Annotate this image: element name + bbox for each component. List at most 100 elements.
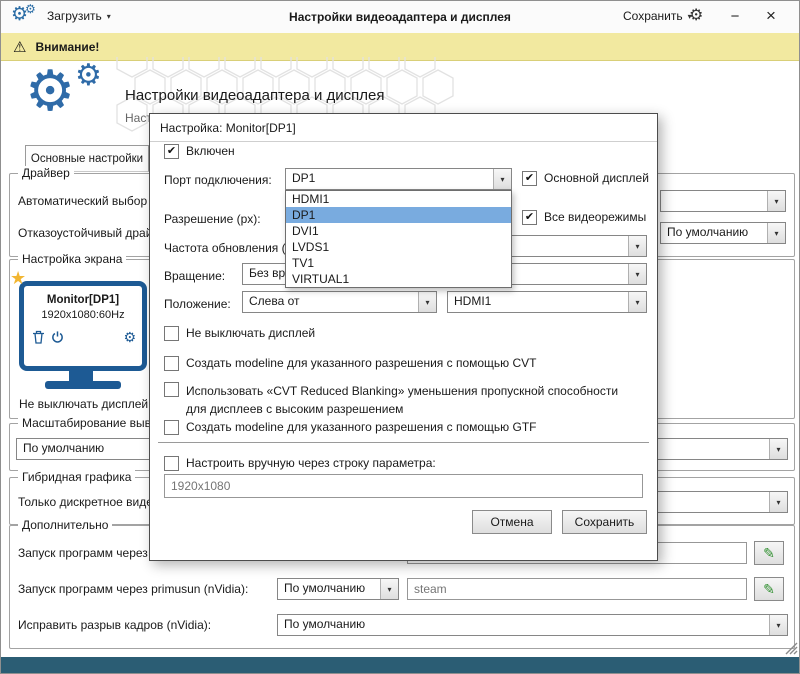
dialog-title: Настройка: Monitor[DP1] <box>150 114 657 142</box>
port-label: Порт подключения: <box>164 173 272 187</box>
app-window: ⚙ ⚙ Загрузить ▾ Настройки видеоадаптера … <box>0 0 800 674</box>
warning-icon: ⚠ <box>13 38 26 56</box>
chevron-down-icon: ▾ <box>628 292 646 312</box>
pencil-icon: ✎ <box>763 581 775 598</box>
gtf-label: Создать modeline для указанного разрешен… <box>186 420 537 435</box>
fallback-driver-value: По умолчанию <box>661 223 767 243</box>
keep-on-checkbox[interactable]: Не выключать дисплей <box>164 326 315 341</box>
cancel-button[interactable]: Отмена <box>472 510 552 534</box>
checkbox-box: ✔ <box>522 210 537 225</box>
cvt-label: Создать modeline для указанного разрешен… <box>186 356 537 371</box>
checkbox-box <box>164 456 179 471</box>
checkbox-box <box>164 356 179 371</box>
primus-input[interactable] <box>407 578 747 600</box>
monitor-name: Monitor[DP1] <box>24 294 142 306</box>
all-modes-label: Все видеорежимы <box>544 210 646 225</box>
tearing-combo[interactable]: По умолчанию ▾ <box>277 614 788 636</box>
fallback-driver-combo[interactable]: По умолчанию ▾ <box>660 222 786 244</box>
manual-checkbox[interactable]: Настроить вручную через строку параметра… <box>164 456 436 471</box>
optirun-edit-button[interactable]: ✎ <box>754 541 784 565</box>
primus-mode-value: По умолчанию <box>278 579 380 599</box>
position-combo[interactable]: Слева от ▾ <box>242 291 437 313</box>
port-combo[interactable]: DP1 ▾ <box>285 168 512 190</box>
chevron-down-icon: ▾ <box>628 264 646 284</box>
chevron-down-icon: ▾ <box>493 169 511 189</box>
keep-on-label: Не выключать дисплей <box>186 326 315 341</box>
all-modes-checkbox[interactable]: ✔ Все видеорежимы <box>522 210 646 225</box>
port-option[interactable]: HDMI1 <box>286 191 511 207</box>
discrete-video-label: Только дискретное видео <box>18 495 160 509</box>
cvt-checkbox[interactable]: Создать modeline для указанного разрешен… <box>164 356 537 371</box>
port-option[interactable]: VIRTUAL1 <box>286 271 511 287</box>
chevron-down-icon: ▾ <box>628 236 646 256</box>
checkbox-box <box>164 420 179 435</box>
port-option[interactable]: LVDS1 <box>286 239 511 255</box>
warning-text: Внимание! <box>35 40 99 54</box>
primary-star-icon: ★ <box>10 269 26 287</box>
chevron-down-icon: ▾ <box>767 223 785 243</box>
auto-driver-value <box>661 191 767 211</box>
position-target-combo[interactable]: HDMI1 ▾ <box>447 291 647 313</box>
primary-display-checkbox[interactable]: ✔ Основной дисплей <box>522 171 649 186</box>
delete-monitor-icon[interactable] <box>32 330 45 344</box>
hybrid-group-legend: Гибридная графика <box>18 470 135 484</box>
port-option[interactable]: DVI1 <box>286 223 511 239</box>
resize-grip[interactable] <box>781 641 798 655</box>
check-icon: ✔ <box>167 146 176 157</box>
rotation-label: Вращение: <box>164 269 225 283</box>
auto-driver-combo[interactable]: ▾ <box>660 190 786 212</box>
port-option-selected[interactable]: DP1 <box>286 207 511 223</box>
manual-label: Настроить вручную через строку параметра… <box>186 456 436 471</box>
port-dropdown-list: HDMI1 DP1 DVI1 LVDS1 TV1 VIRTUAL1 <box>285 190 512 288</box>
cvt-rb-checkbox[interactable]: Использовать «CVT Reduced Blanking» умен… <box>164 382 634 418</box>
position-target-value: HDMI1 <box>448 292 628 312</box>
logo-small-gear-icon: ⚙ <box>75 61 102 91</box>
gtf-checkbox[interactable]: Создать modeline для указанного разрешен… <box>164 420 537 435</box>
power-monitor-icon[interactable] <box>51 330 64 344</box>
monitor-settings-dialog: Настройка: Monitor[DP1] ✔ Включен Порт п… <box>149 113 658 561</box>
port-value: DP1 <box>286 169 493 189</box>
checkbox-box <box>164 326 179 341</box>
resolution-label: Разрешение (px): <box>164 212 261 226</box>
primus-edit-button[interactable]: ✎ <box>754 577 784 601</box>
tab-label: Основные настройки <box>31 153 143 165</box>
chevron-down-icon: ▾ <box>418 292 436 312</box>
footer-bar <box>1 657 799 674</box>
logo-gear-icon: ⚙ <box>25 63 75 119</box>
position-label: Положение: <box>164 297 231 311</box>
extra-group-legend: Дополнительно <box>18 518 112 532</box>
dialog-separator <box>158 442 649 443</box>
monitor-widget[interactable]: Monitor[DP1] 1920x1080:60Hz ⚙ <box>19 281 147 371</box>
screen-group-legend: Настройка экрана <box>18 252 126 266</box>
keep-on-label: Не выключать дисплей <box>19 397 148 411</box>
chevron-down-icon: ▾ <box>380 579 398 599</box>
driver-group-legend: Драйвер <box>18 166 74 180</box>
checkbox-box: ✔ <box>522 171 537 186</box>
tearing-label: Исправить разрыв кадров (nVidia): <box>18 618 211 632</box>
chevron-down-icon: ▾ <box>767 191 785 211</box>
chevron-down-icon: ▾ <box>769 615 787 635</box>
check-icon: ✔ <box>525 173 534 184</box>
monitor-stand-base <box>45 381 121 389</box>
primus-label: Запуск программ через primusun (nVidia): <box>18 582 248 596</box>
minimize-button[interactable]: − <box>723 5 747 27</box>
enabled-checkbox[interactable]: ✔ Включен <box>164 144 235 159</box>
primus-mode-combo[interactable]: По умолчанию ▾ <box>277 578 399 600</box>
settings-gear-button[interactable]: ⚙ <box>689 8 703 24</box>
save-menu-button[interactable]: Сохранить ▾ <box>623 9 692 23</box>
monitor-settings-gear-icon[interactable]: ⚙ <box>123 330 136 344</box>
pencil-icon: ✎ <box>763 545 775 562</box>
port-option[interactable]: TV1 <box>286 255 511 271</box>
position-value: Слева от <box>243 292 418 312</box>
chevron-down-icon: ▾ <box>769 439 787 459</box>
manual-param-input[interactable] <box>164 474 643 498</box>
cvt-rb-label: Использовать «CVT Reduced Blanking» умен… <box>186 382 634 418</box>
save-button[interactable]: Сохранить <box>562 510 647 534</box>
titlebar: ⚙ ⚙ Загрузить ▾ Настройки видеоадаптера … <box>1 1 799 34</box>
check-icon: ✔ <box>525 212 534 223</box>
enabled-label: Включен <box>186 144 235 159</box>
monitor-mode: 1920x1080:60Hz <box>24 309 142 321</box>
chevron-down-icon: ▾ <box>769 492 787 512</box>
close-button[interactable]: × <box>759 5 783 27</box>
monitor-stand <box>69 371 93 381</box>
